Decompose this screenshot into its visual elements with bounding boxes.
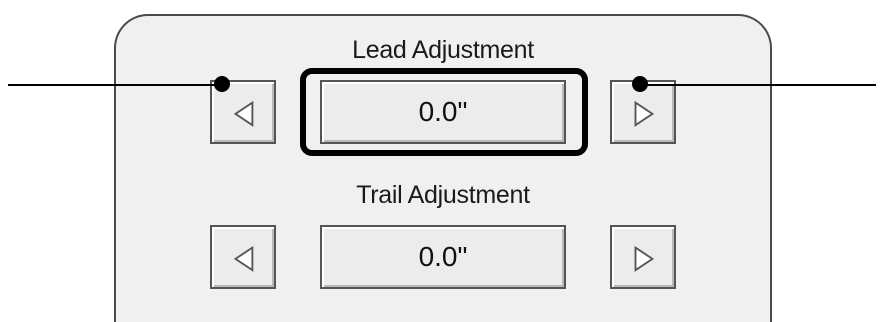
right-callout-dot bbox=[632, 76, 648, 92]
right-triangle-icon bbox=[634, 245, 655, 272]
lead-adjustment-label: Lead Adjustment bbox=[352, 36, 534, 64]
right-callout-line bbox=[640, 84, 876, 86]
trail-adjustment-label: Trail Adjustment bbox=[356, 181, 530, 209]
left-callout-dot bbox=[214, 76, 230, 92]
left-callout-line bbox=[8, 84, 222, 86]
trail-adjustment-value[interactable]: 0.0" bbox=[320, 225, 566, 289]
trail-increase-button[interactable] bbox=[610, 225, 676, 289]
lead-value-highlight bbox=[300, 68, 588, 156]
left-triangle-icon bbox=[233, 245, 254, 272]
trail-decrease-button[interactable] bbox=[210, 225, 276, 289]
